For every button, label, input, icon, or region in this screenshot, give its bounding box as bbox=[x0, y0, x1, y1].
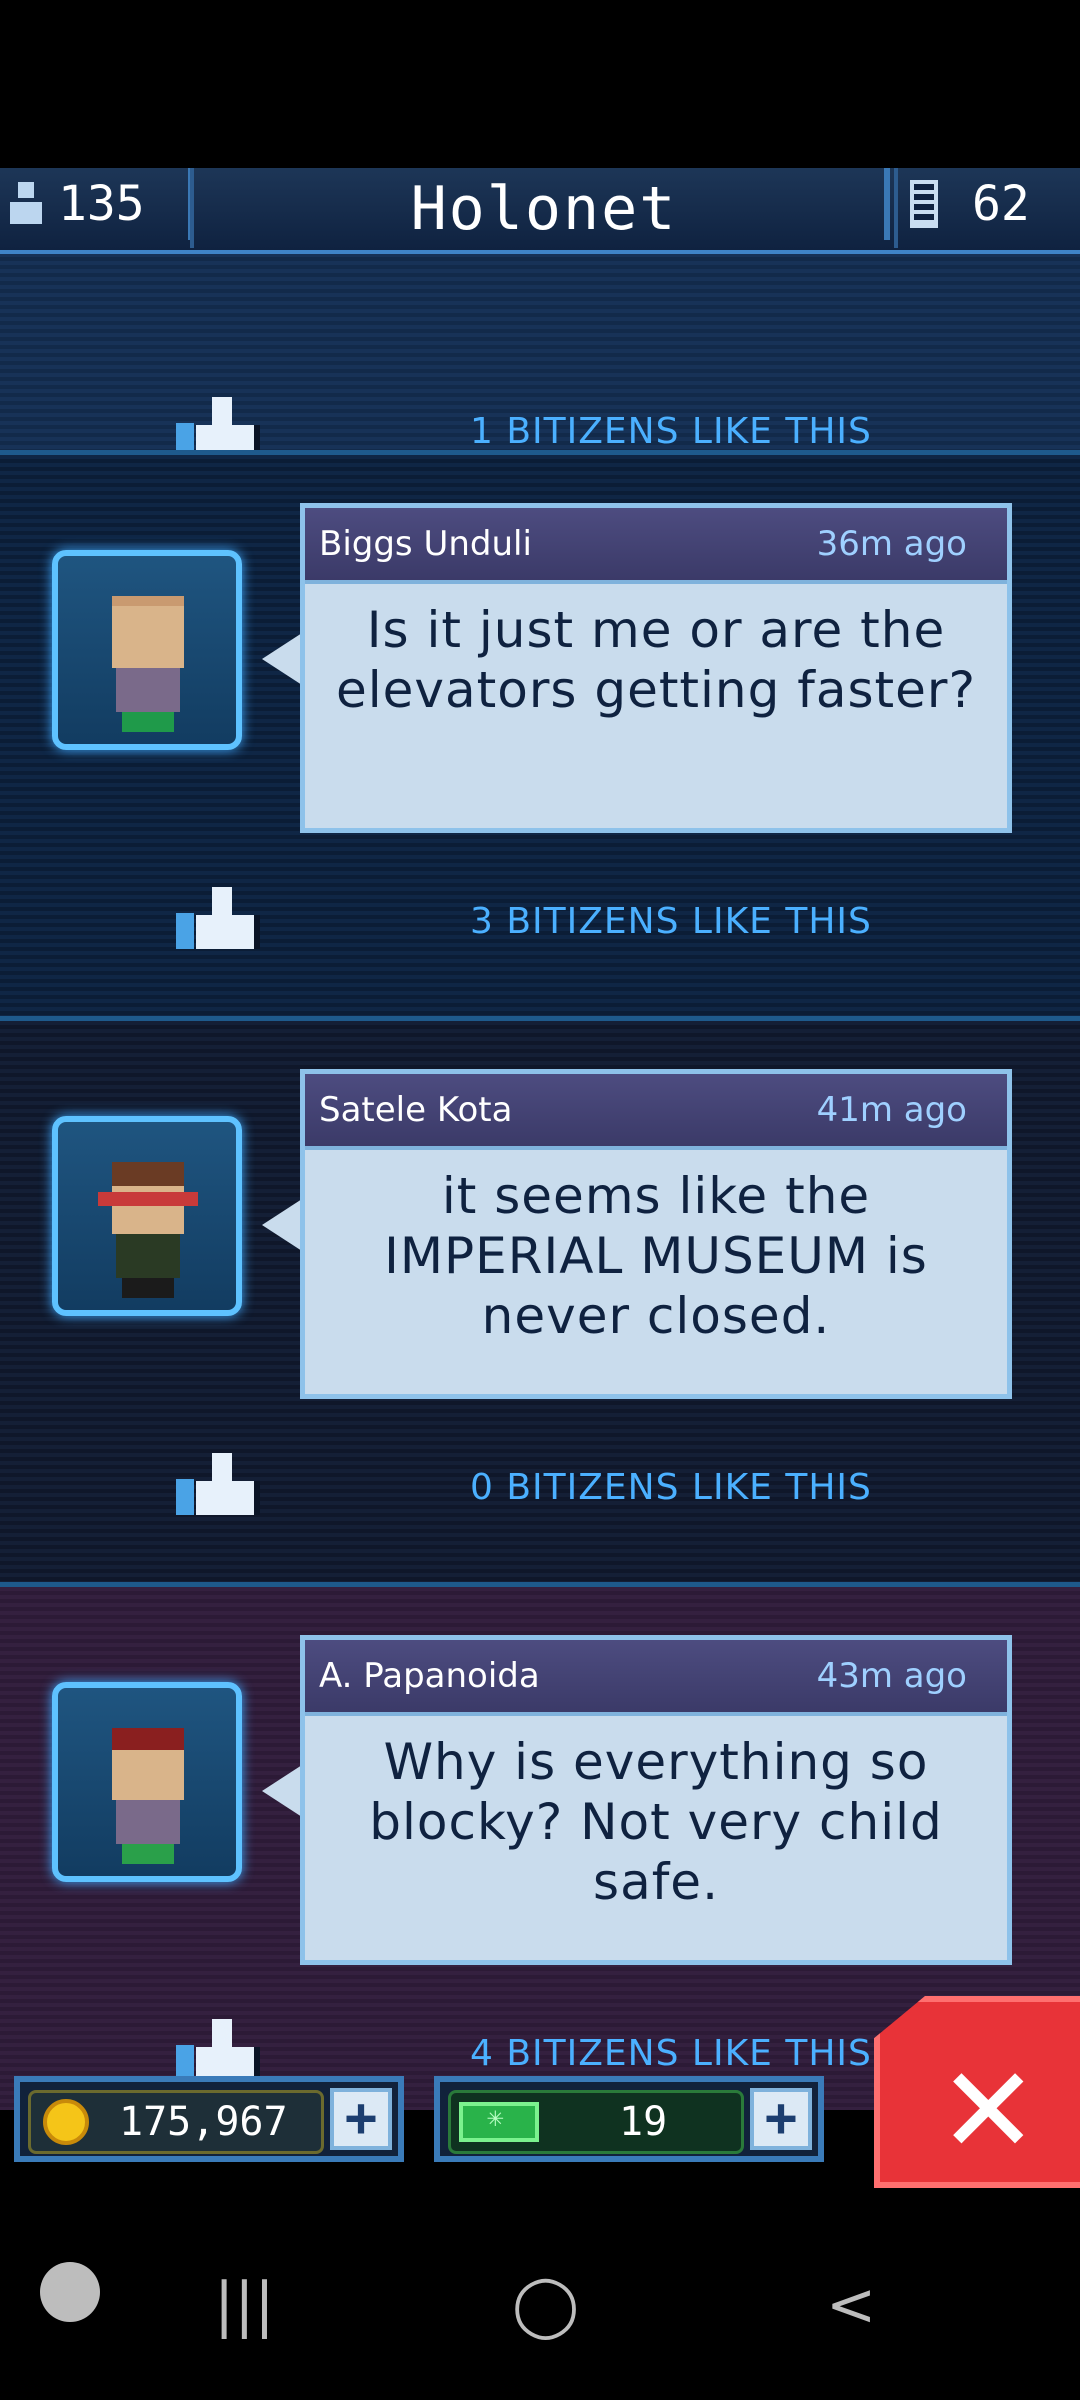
message-text: it seems like the IMPERIAL MUSEUM is nev… bbox=[384, 1167, 928, 1345]
bux-icon bbox=[459, 2100, 539, 2142]
bux-counter: 19 + bbox=[434, 2076, 824, 2162]
message-text: Why is everything so blocky? Not very ch… bbox=[369, 1733, 943, 1911]
post-time: 43m ago bbox=[816, 1656, 967, 1696]
like-row: 3 BITIZENS LIKE THIS bbox=[0, 885, 1080, 955]
message-bubble: A. Papanoida 43m ago Why is everything s… bbox=[300, 1635, 1012, 1965]
message-bubble: Biggs Unduli 36m ago Is it just me or ar… bbox=[300, 503, 1012, 833]
thumbs-up-icon[interactable] bbox=[176, 885, 260, 955]
message-text: Is it just me or are the elevators getti… bbox=[335, 601, 976, 719]
close-icon: ✕ bbox=[938, 2042, 1039, 2181]
bubble-pointer bbox=[262, 633, 302, 685]
like-row: 0 BITIZENS LIKE THIS bbox=[0, 1451, 1080, 1521]
author-name: A. Papanoida bbox=[319, 1656, 540, 1696]
coins-counter: 175,967 + bbox=[14, 2076, 404, 2162]
close-button[interactable]: ✕ bbox=[874, 1996, 1080, 2188]
bubble-header: Biggs Unduli 36m ago bbox=[305, 508, 1007, 584]
avatar[interactable] bbox=[52, 1116, 242, 1316]
back-button[interactable]: < bbox=[826, 2270, 876, 2340]
home-button[interactable]: ◯ bbox=[512, 2270, 579, 2340]
like-count: 0 BITIZENS LIKE THIS bbox=[470, 1467, 872, 1508]
message-bubble: Satele Kota 41m ago it seems like the IM… bbox=[300, 1069, 1012, 1399]
system-navigation-bar: ||| ◯ < bbox=[0, 2200, 1080, 2400]
bux-value: 19 bbox=[619, 2099, 668, 2145]
holonet-feed[interactable]: 1 BITIZENS LIKE THIS Biggs Unduli 36m ag… bbox=[0, 250, 1080, 2110]
population-icon bbox=[8, 180, 44, 228]
feed-post: Satele Kota 41m ago it seems like the IM… bbox=[0, 1016, 1080, 1587]
bubble-pointer bbox=[262, 1199, 302, 1251]
top-bar: 135 Holonet 62 bbox=[0, 168, 1080, 254]
floor-icon bbox=[910, 180, 938, 228]
post-time: 36m ago bbox=[816, 524, 967, 564]
avatar[interactable] bbox=[52, 1682, 242, 1882]
add-coins-button[interactable]: + bbox=[330, 2088, 392, 2150]
floor-value: 62 bbox=[972, 176, 1030, 232]
avatar[interactable] bbox=[52, 550, 242, 750]
thumbs-up-icon[interactable] bbox=[176, 1451, 260, 1521]
recents-button[interactable]: ||| bbox=[214, 2270, 275, 2340]
like-count: 3 BITIZENS LIKE THIS bbox=[470, 901, 872, 942]
feed-post: Biggs Unduli 36m ago Is it just me or ar… bbox=[0, 450, 1080, 1021]
population-value: 135 bbox=[58, 176, 145, 232]
coins-display: 175,967 bbox=[28, 2090, 324, 2154]
page-title: Holonet bbox=[190, 168, 898, 248]
bubble-header: A. Papanoida 43m ago bbox=[305, 1640, 1007, 1716]
like-count: 1 BITIZENS LIKE THIS bbox=[470, 411, 872, 452]
coins-value: 175,967 bbox=[119, 2099, 288, 2145]
add-bux-button[interactable]: + bbox=[750, 2088, 812, 2150]
population-counter[interactable]: 135 bbox=[0, 168, 194, 240]
game-launcher-icon[interactable] bbox=[40, 2262, 100, 2322]
bubble-pointer bbox=[262, 1765, 302, 1817]
bubble-header: Satele Kota 41m ago bbox=[305, 1074, 1007, 1150]
like-count: 4 BITIZENS LIKE THIS bbox=[470, 2033, 872, 2074]
author-name: Satele Kota bbox=[319, 1090, 513, 1130]
author-name: Biggs Unduli bbox=[319, 524, 532, 564]
floor-counter[interactable]: 62 bbox=[884, 168, 1080, 240]
coin-icon bbox=[43, 2099, 89, 2145]
post-time: 41m ago bbox=[816, 1090, 967, 1130]
bux-display: 19 bbox=[448, 2090, 744, 2154]
